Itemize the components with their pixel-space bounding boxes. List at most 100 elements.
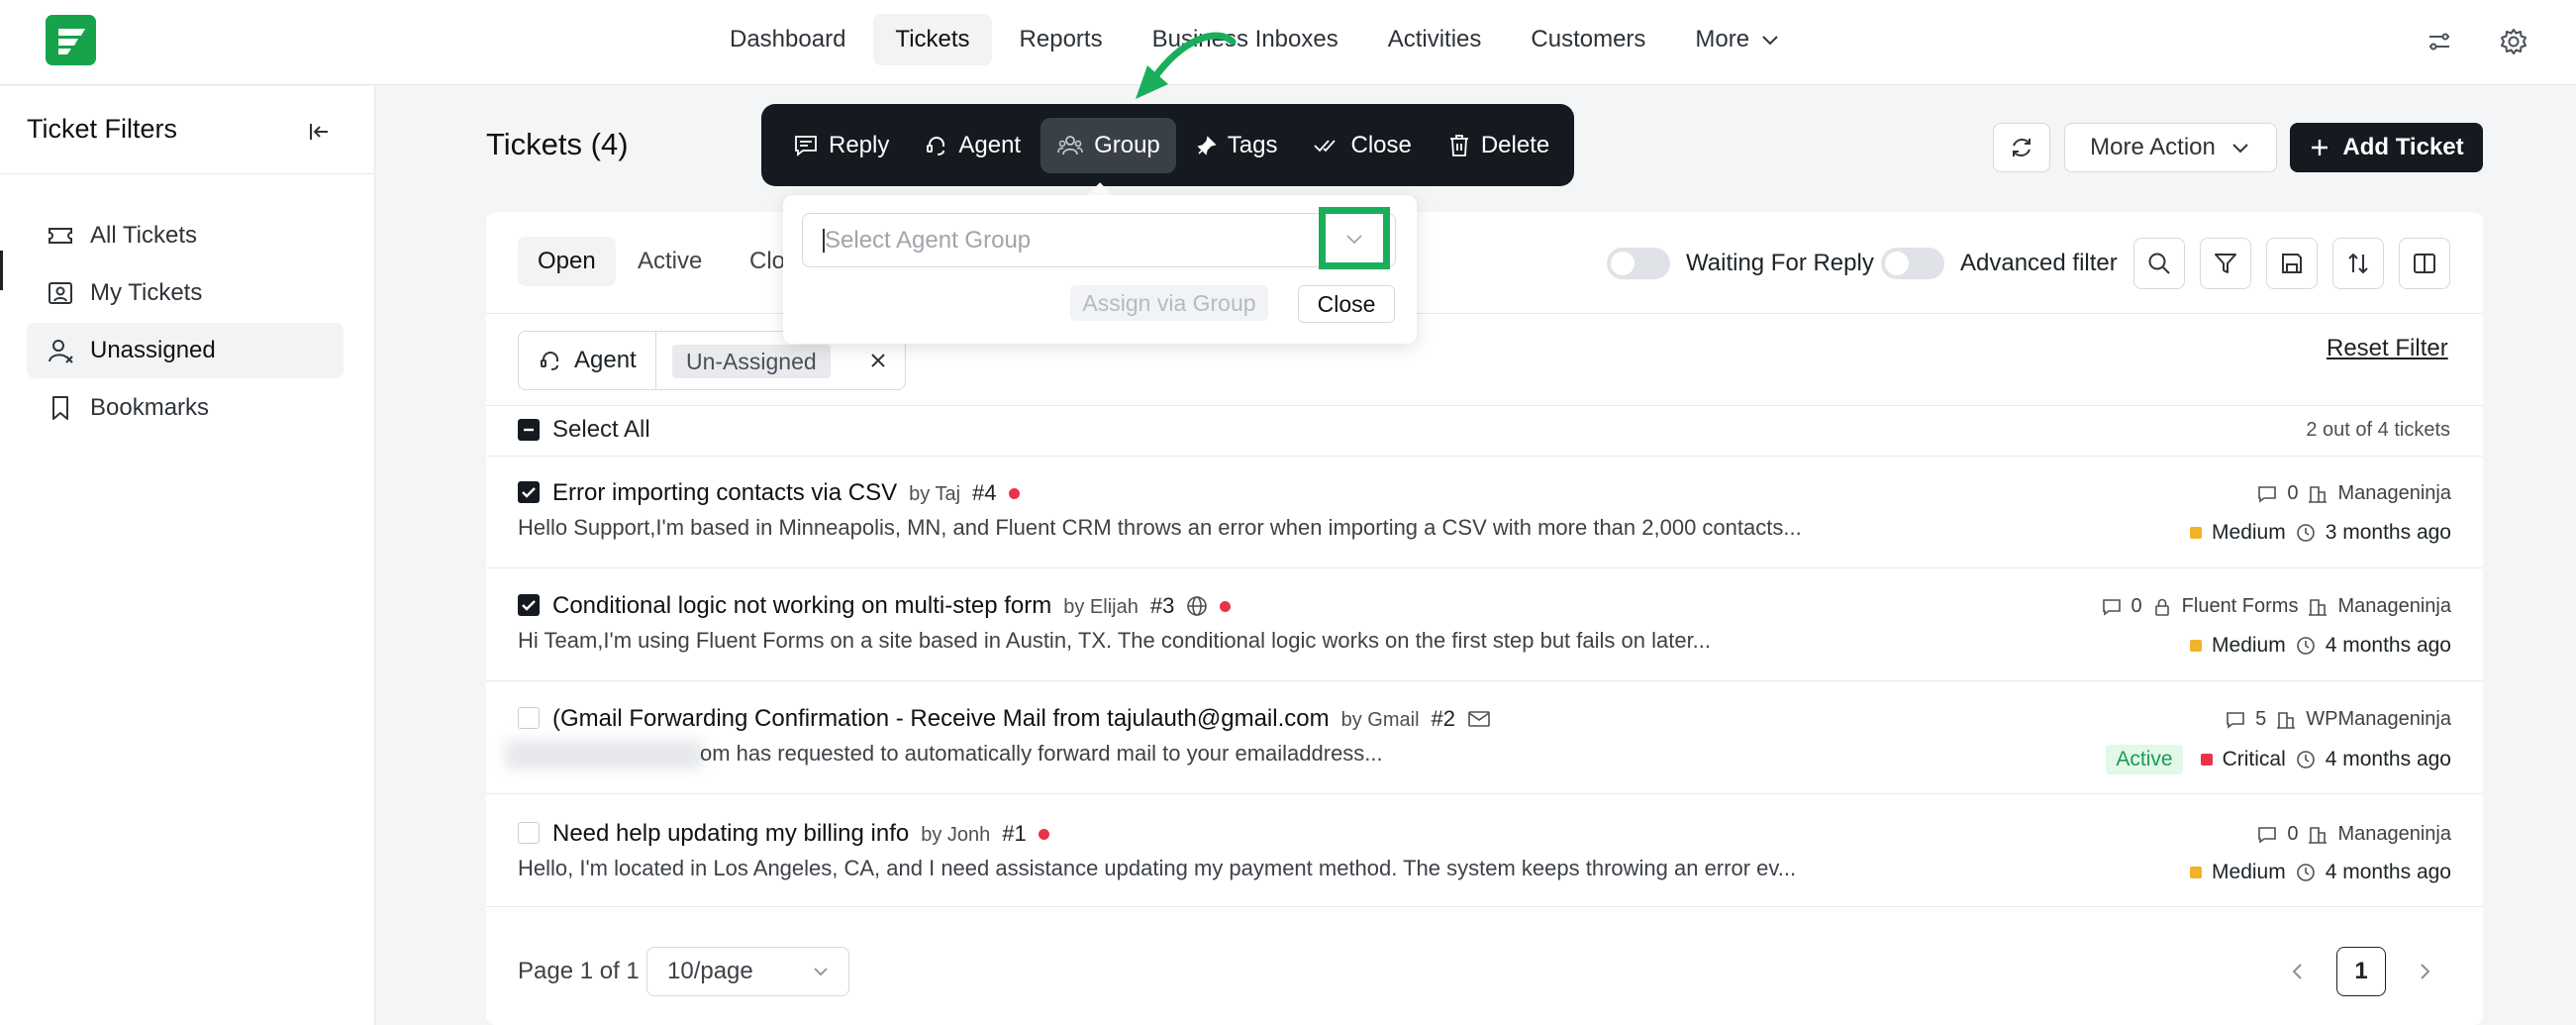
brand-logo[interactable] — [46, 15, 96, 65]
ticket-title-row[interactable]: Conditional logic not working on multi-s… — [552, 592, 1232, 620]
refresh-button[interactable] — [1993, 123, 2050, 172]
nav-more[interactable]: More — [1673, 14, 1803, 65]
assign-via-group-button[interactable]: Assign via Group — [1070, 285, 1268, 321]
ticket-status-row: Medium 4 months ago — [2190, 634, 2451, 658]
search-button[interactable] — [2133, 238, 2185, 289]
bulk-agent-button[interactable]: Agent — [909, 118, 1037, 173]
close-icon[interactable] — [865, 348, 891, 373]
building-icon — [2308, 597, 2328, 617]
bulk-reply-button[interactable]: Reply — [777, 118, 905, 173]
priority-indicator — [2200, 754, 2213, 766]
bulk-group-button[interactable]: Group — [1040, 117, 1176, 173]
ticket-number: #1 — [1002, 821, 1027, 846]
divider — [486, 567, 2483, 568]
tab-open[interactable]: Open — [518, 237, 616, 286]
ticket-checkbox[interactable] — [518, 594, 540, 616]
building-icon — [2308, 484, 2328, 504]
more-action-button[interactable]: More Action — [2064, 123, 2277, 172]
sidebar-item-bookmarks[interactable]: Bookmarks — [27, 380, 344, 436]
page-info: Page 1 of 1 — [518, 958, 640, 984]
sidebar-item-label: My Tickets — [90, 279, 203, 306]
ticket-title[interactable]: Need help updating my billing info — [552, 820, 909, 848]
save-icon — [2279, 251, 2305, 276]
waiting-for-reply-label: Waiting For Reply — [1686, 250, 1874, 276]
nav-reports-label: Reports — [1019, 26, 1103, 52]
divider — [486, 906, 2483, 907]
page-1-button[interactable]: 1 — [2336, 947, 2386, 996]
comment-icon — [2226, 710, 2245, 730]
bookmark-icon — [47, 394, 74, 422]
ticket-title-row[interactable]: Need help updating my billing info by Jo… — [552, 820, 1049, 848]
chevron-left-icon[interactable] — [2287, 961, 2309, 982]
reset-filter-link[interactable]: Reset Filter — [2327, 335, 2448, 362]
sort-button[interactable] — [2332, 238, 2384, 289]
bulk-delete-label: Delete — [1480, 131, 1550, 158]
close-popup-button[interactable]: Close — [1298, 285, 1395, 323]
ticket-status-row: Medium 3 months ago — [2190, 521, 2451, 545]
nav-customers[interactable]: Customers — [1509, 14, 1667, 65]
priority-indicator — [2190, 527, 2203, 539]
ticket-title[interactable]: Conditional logic not working on multi-s… — [552, 592, 1051, 620]
sidebar-item-unassigned[interactable]: Unassigned — [27, 323, 344, 378]
per-page-select[interactable]: 10/page — [646, 947, 849, 996]
ticket-excerpt: om has requested to automatically forwar… — [700, 741, 1383, 766]
ticket-title[interactable]: Error importing contacts via CSV — [552, 479, 897, 507]
clock-icon — [2296, 523, 2316, 543]
bulk-action-toolbar: Reply Agent Group Tags Close Delete — [761, 104, 1574, 186]
advanced-filter-toggle[interactable] — [1881, 248, 1944, 279]
unread-dot — [1038, 828, 1049, 840]
waiting-for-reply-toggle[interactable] — [1607, 248, 1670, 279]
sidebar-item-label: All Tickets — [90, 222, 198, 249]
ticket-author: by Gmail — [1340, 709, 1420, 731]
bulk-tags-label: Tags — [1227, 131, 1278, 158]
headset-icon — [539, 349, 562, 372]
mailbox-name: WPManageninja — [2306, 708, 2451, 730]
comment-icon — [2102, 597, 2122, 617]
sidebar-item-label: Bookmarks — [90, 394, 210, 421]
add-ticket-button[interactable]: Add Ticket — [2290, 123, 2483, 172]
sidebar-item-my-tickets[interactable]: My Tickets — [27, 265, 344, 321]
collapse-sidebar-icon[interactable] — [302, 116, 334, 148]
agent-group-select[interactable]: Select Agent Group — [802, 213, 1396, 267]
nav-dashboard[interactable]: Dashboard — [708, 14, 867, 65]
tab-closed-label: Clo — [749, 248, 786, 274]
select-all-checkbox[interactable] — [518, 419, 540, 441]
columns-button[interactable] — [2399, 238, 2450, 289]
ticket-checkbox[interactable] — [518, 822, 540, 844]
chip-divider — [655, 332, 656, 389]
priority-indicator — [2190, 867, 2203, 878]
bulk-tags-button[interactable]: Tags — [1180, 118, 1294, 173]
sliders-icon[interactable] — [2424, 26, 2455, 57]
pin-icon — [1196, 135, 1218, 156]
comment-icon — [2257, 484, 2277, 504]
headset-icon — [925, 134, 948, 157]
bulk-close-label: Close — [1350, 131, 1412, 158]
user-x-icon — [47, 337, 74, 364]
reply-count: 5 — [2255, 708, 2267, 730]
ticket-author: by Taj — [909, 483, 961, 505]
gear-icon[interactable] — [2498, 26, 2529, 57]
nav-activities[interactable]: Activities — [1366, 14, 1504, 65]
nav-tickets[interactable]: Tickets — [873, 14, 992, 65]
sidebar-item-all-tickets[interactable]: All Tickets — [27, 208, 344, 263]
save-view-button[interactable] — [2266, 238, 2318, 289]
divider — [486, 405, 2483, 406]
tab-active[interactable]: Active — [618, 237, 722, 286]
clock-icon — [2296, 863, 2316, 882]
ticket-title-row[interactable]: Error importing contacts via CSV by Taj … — [552, 479, 1020, 507]
ticket-checkbox[interactable] — [518, 481, 540, 503]
bulk-close-button[interactable]: Close — [1297, 118, 1427, 173]
status-badge: Active — [2106, 745, 2183, 774]
ticket-time: 4 months ago — [2325, 634, 2451, 657]
ticket-title[interactable]: (Gmail Forwarding Confirmation - Receive… — [552, 705, 1330, 733]
agent-group-placeholder: Select Agent Group — [825, 227, 1032, 254]
dropdown-toggle-highlight[interactable] — [1319, 207, 1390, 269]
ticket-meta: 0 Manageninja — [2257, 823, 2451, 846]
chevron-right-icon[interactable] — [2414, 961, 2435, 982]
bulk-delete-button[interactable]: Delete — [1432, 118, 1565, 173]
filter-button[interactable] — [2200, 238, 2251, 289]
reply-icon — [793, 133, 819, 158]
ticket-checkbox[interactable] — [518, 707, 540, 729]
ticket-title-row[interactable]: (Gmail Forwarding Confirmation - Receive… — [552, 705, 1491, 733]
nav-reports[interactable]: Reports — [998, 14, 1125, 65]
